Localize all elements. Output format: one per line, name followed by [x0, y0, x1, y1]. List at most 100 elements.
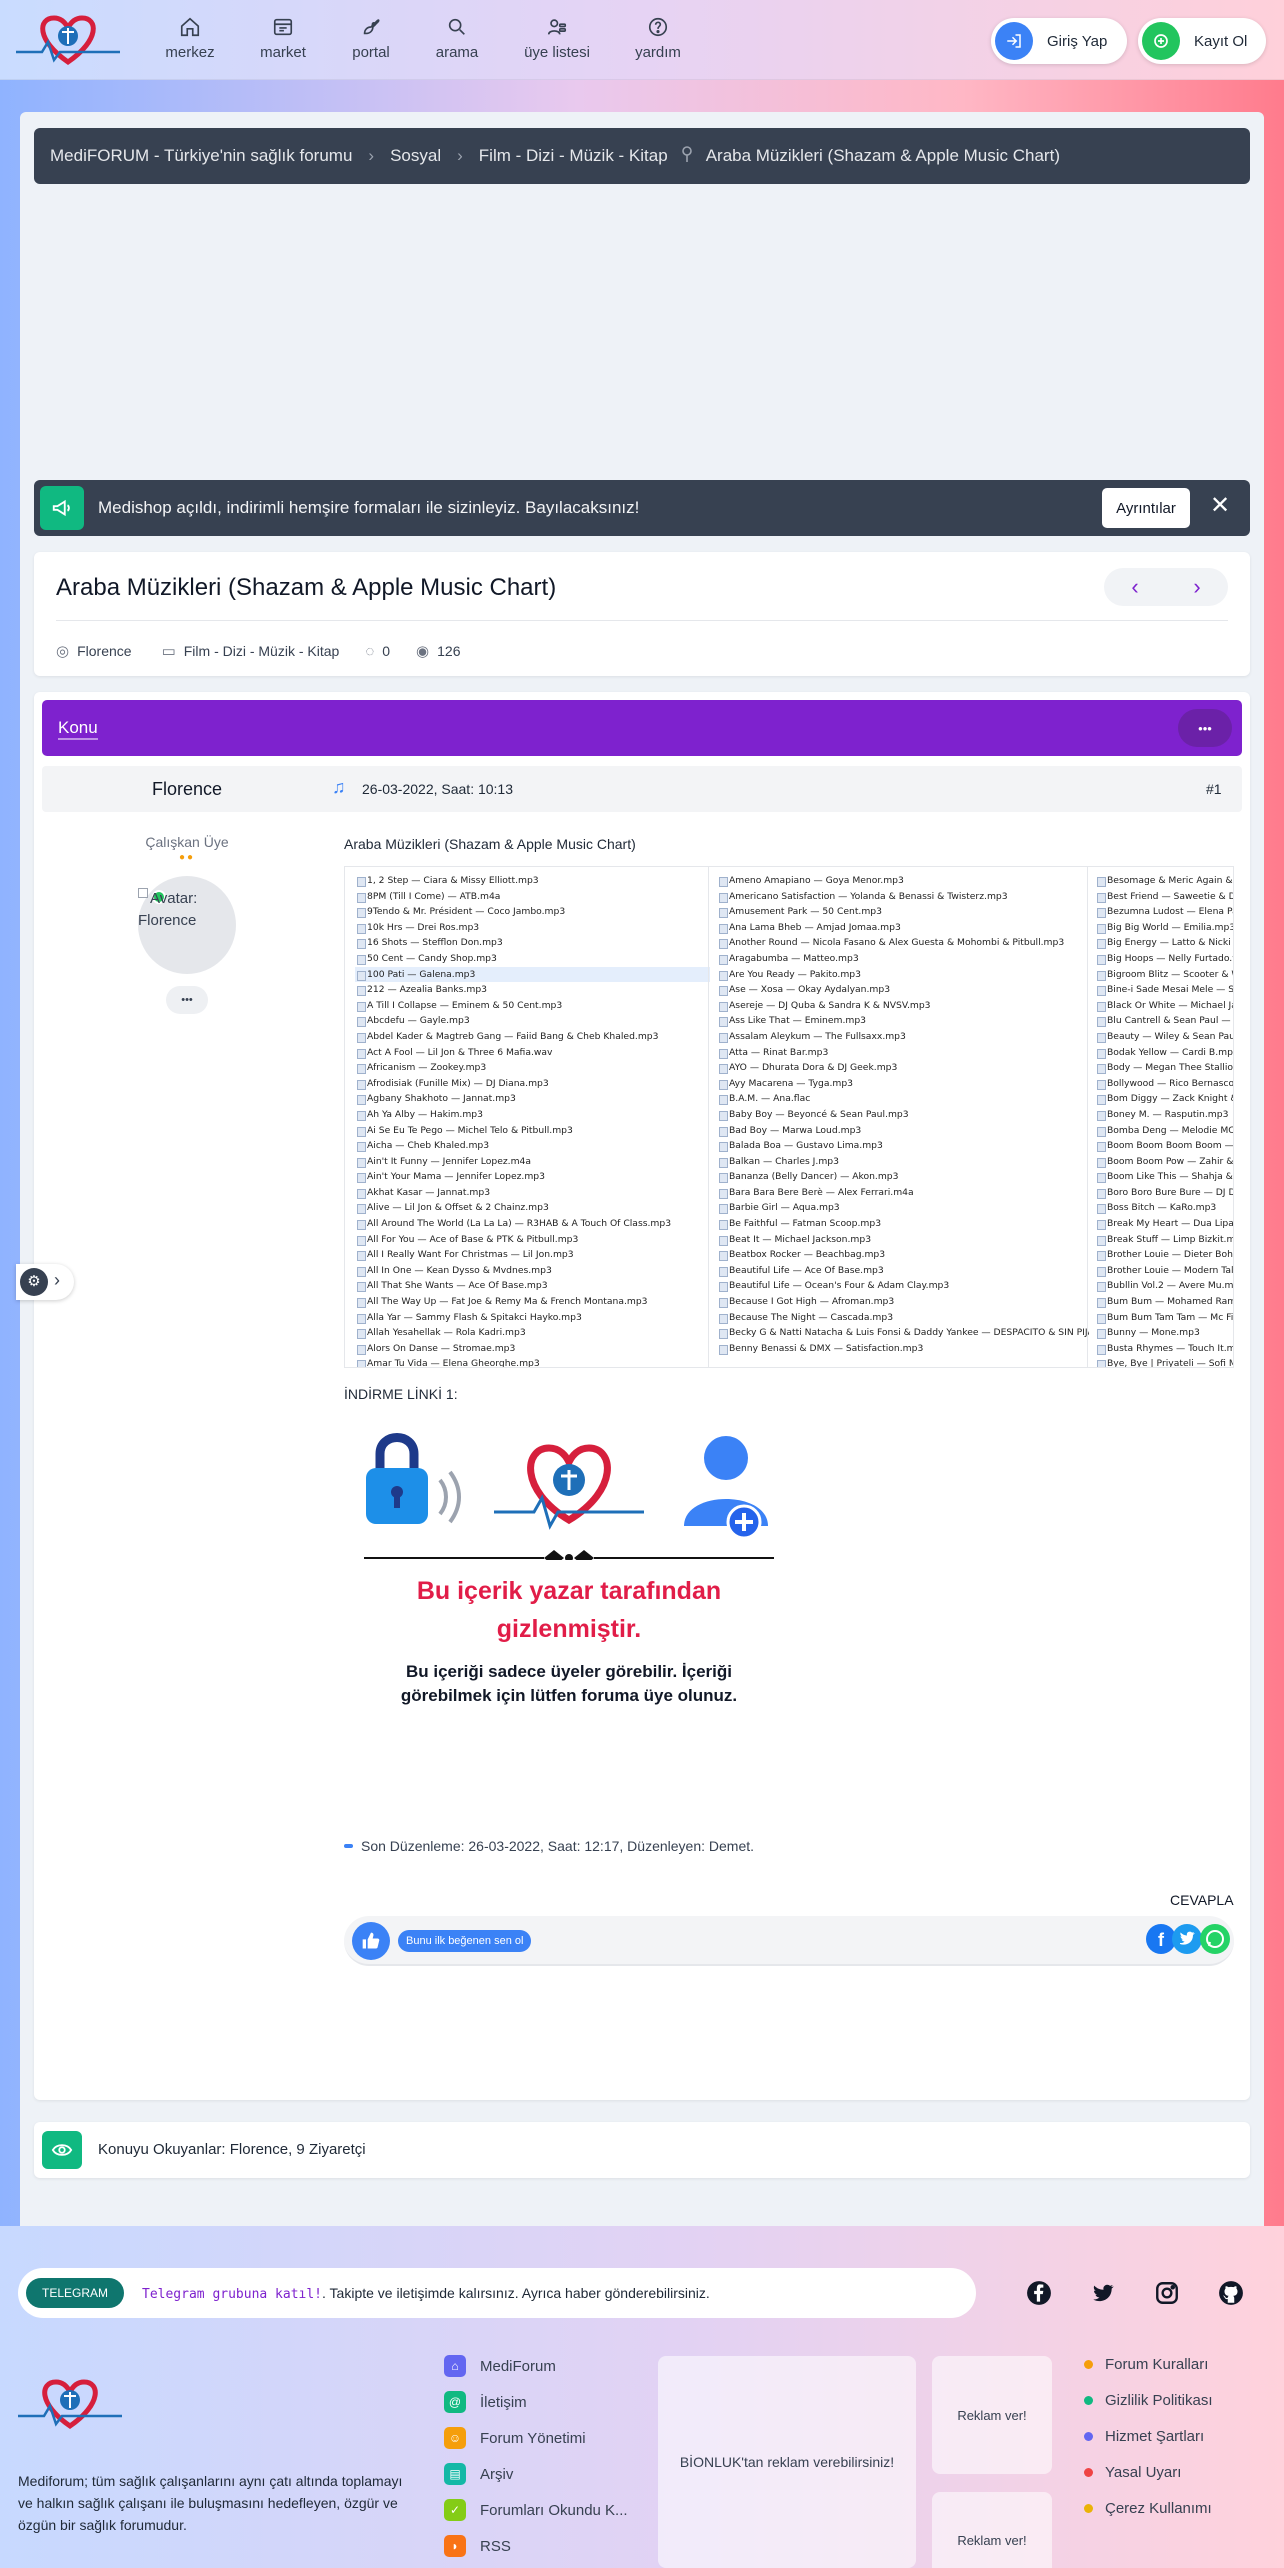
add-user-icon [1142, 22, 1180, 60]
nav-label: yardım [635, 44, 681, 61]
breadcrumb-home[interactable]: MediFORUM - Türkiye'nin sağlık forumu [50, 146, 352, 166]
register-button[interactable]: Kayıt Ol [1138, 18, 1266, 64]
rank-stars-icon: ●● [178, 852, 196, 863]
post-title: Araba Müzikleri (Shazam & Apple Music Ch… [344, 836, 636, 852]
nav-yardim[interactable]: yardım [618, 16, 698, 61]
song-column-2: Ameno Amapiano — Goya Menor.mp3 Americano… [717, 873, 1089, 1356]
link-label: İletişim [480, 2393, 527, 2411]
song-file-item: All For You — Ace of Base & PTK & Pitbul… [355, 1232, 710, 1248]
link-label: Forumları Okundu K... [480, 2501, 628, 2519]
song-file-item: Are You Ready — Pakito.mp3 [717, 967, 1089, 983]
policy-legal[interactable]: Yasal Uyarı [1084, 2454, 1274, 2490]
song-file-item: Aicha — Cheb Khaled.mp3 [355, 1138, 710, 1154]
thread-author[interactable]: Florence [77, 643, 131, 659]
bullet-icon [1084, 2467, 1093, 2477]
footer-logo[interactable] [18, 2374, 122, 2434]
footer-link-mediforum[interactable]: ⌂ MediForum [444, 2348, 664, 2384]
breadcrumb-current: Araba Müzikleri (Shazam & Apple Music Ch… [705, 146, 1060, 165]
nav-market[interactable]: market [243, 16, 323, 61]
twitter-icon[interactable] [1090, 2280, 1116, 2306]
song-file-item: Break My Heart — Dua Lipa.mp3 [1095, 1216, 1233, 1232]
twitter-share-icon[interactable] [1172, 1924, 1202, 1954]
close-icon[interactable]: ✕ [1210, 494, 1230, 518]
like-button[interactable] [352, 1922, 390, 1960]
footer-link-rss[interactable]: ◗ RSS [444, 2528, 664, 2564]
footer-about: Mediforum; tüm sağlık çalışanlarını aynı… [18, 2473, 403, 2533]
song-file-item: Ah Ya Alby — Hakim.mp3 [355, 1107, 710, 1123]
footer-link-arsiv[interactable]: ▤ Arşiv [444, 2456, 664, 2492]
breadcrumb-category[interactable]: Film - Dizi - Müzik - Kitap [479, 146, 668, 166]
ad-slot-small[interactable]: Reklam ver! [932, 2356, 1052, 2474]
login-button[interactable]: Giriş Yap [991, 18, 1127, 64]
bullet-icon [1084, 2431, 1093, 2441]
bullet-icon [1084, 2503, 1093, 2513]
song-file-item: Big Energy — Latto & Nicki Mina [1095, 935, 1233, 951]
song-column-3: Besomage & Meric Again & NitoBest Friend… [1095, 873, 1233, 1367]
avatar[interactable]: Avatar: Florence [138, 876, 236, 974]
bullet-icon [1084, 2359, 1093, 2369]
song-file-item: Bom Diggy — Zack Knight & Jasr [1095, 1091, 1233, 1107]
policy-privacy[interactable]: Gizlilik Politikası [1084, 2382, 1274, 2418]
facebook-icon[interactable] [1026, 2280, 1052, 2306]
nav-label: market [260, 44, 306, 61]
instagram-icon[interactable] [1154, 2280, 1180, 2306]
song-file-item: Amar Tu Vida — Elena Gheorghe.mp3 [355, 1356, 710, 1367]
footer-link-mark-read[interactable]: ✓ Forumları Okundu K... [444, 2492, 664, 2528]
details-button[interactable]: Ayrıntılar [1102, 488, 1190, 528]
song-file-item: Body — Megan Thee Stallion.mp [1095, 1060, 1233, 1076]
song-file-item: Beautiful Life — Ace Of Base.mp3 [717, 1263, 1089, 1279]
post-date: 26-03-2022, Saat: 10:13 [362, 781, 514, 797]
thread-title: Araba Müzikleri (Shazam & Apple Music Ch… [56, 574, 557, 601]
whatsapp-share-icon[interactable] [1200, 1924, 1230, 1954]
song-file-item: 8PM (Till I Come) — ATB.m4a [355, 889, 710, 905]
footer-link-iletisim[interactable]: @ İletişim [444, 2384, 664, 2420]
song-file-item: Beauty — Wiley & Sean Paul & St [1095, 1029, 1233, 1045]
github-icon[interactable] [1218, 2280, 1244, 2306]
prev-thread-icon[interactable]: ‹ [1131, 574, 1138, 600]
song-list-image: 1, 2 Step — Ciara & Missy Elliott.mp3 8PM… [344, 866, 1234, 1368]
song-file-item: Black Or White — Michael Jackso [1095, 998, 1233, 1014]
reply-button[interactable]: CEVAPLA [1170, 1892, 1234, 1908]
post-author-panel: Çalışkan Üye ●● Avatar: Florence ••• [42, 826, 332, 1014]
song-file-item: Bara Bara Bere Berè — Alex Ferrari.m4a [717, 1185, 1089, 1201]
song-file-item: Agbany Shakhoto — Jannat.mp3 [355, 1091, 710, 1107]
breadcrumb-sosyal[interactable]: Sosyal [390, 146, 441, 166]
author-more-button[interactable]: ••• [166, 986, 208, 1014]
song-file-item: 9Tendo & Mr. Président — Coco Jambo.mp3 [355, 904, 710, 920]
song-file-item: 1, 2 Step — Ciara & Missy Elliott.mp3 [355, 873, 710, 889]
thread-category[interactable]: Film - Dizi - Müzik - Kitap [184, 643, 340, 659]
policy-forum-rules[interactable]: Forum Kuralları [1084, 2346, 1274, 2382]
song-file-item: Bigroom Blitz — Scooter & Wiz K [1095, 967, 1233, 983]
policy-cookies[interactable]: Çerez Kullanımı [1084, 2490, 1274, 2526]
song-file-item: All The Way Up — Fat Joe & Remy Ma & Fre… [355, 1294, 710, 1310]
next-thread-icon[interactable]: › [1193, 574, 1200, 600]
more-options-button[interactable]: ••• [1178, 709, 1232, 747]
telegram-banner: TELEGRAM Telegram grubuna katıl!. Takipt… [18, 2268, 976, 2318]
policy-label: Yasal Uyarı [1105, 2463, 1182, 2481]
footer-link-forum-yonetimi[interactable]: ☺ Forum Yönetimi [444, 2420, 664, 2456]
nav-merkez[interactable]: merkez [150, 16, 230, 61]
nav-arama[interactable]: arama [417, 16, 497, 61]
ad-slot-main[interactable]: BİONLUK'tan reklam verebilirsiniz! [658, 2356, 916, 2568]
settings-toggle[interactable]: ⚙ › [16, 1264, 74, 1300]
telegram-link[interactable]: Telegram grubuna katıl! [142, 2287, 322, 2302]
song-file-item: Blu Cantrell & Sean Paul — Breat [1095, 1013, 1233, 1029]
song-file-item: Act A Fool — Lil Jon & Three 6 Mafia.wav [355, 1045, 710, 1061]
ad-slot-small[interactable]: Reklam ver! [932, 2492, 1052, 2568]
song-file-item: Bezumna Ludost — Elena Parishe [1095, 904, 1233, 920]
edit-indicator-icon [344, 1844, 353, 1848]
policy-terms[interactable]: Hizmet Şartları [1084, 2418, 1274, 2454]
song-file-item: Boom Boom Boom Boom — Am [1095, 1138, 1233, 1154]
song-file-item: Bad Boy — Marwa Loud.mp3 [717, 1123, 1089, 1139]
post-number[interactable]: #1 [1206, 781, 1222, 797]
post-author-name[interactable]: Florence [42, 779, 332, 800]
nav-uye-listesi[interactable]: üye listesi [517, 16, 597, 61]
footer: TELEGRAM Telegram grubuna katıl!. Takipt… [0, 2226, 1284, 2568]
song-file-item: Balada Boa — Gustavo Lima.mp3 [717, 1138, 1089, 1154]
at-sign-icon: @ [444, 2391, 466, 2413]
thread-replies: 0 [382, 643, 391, 659]
nav-portal[interactable]: portal [331, 16, 411, 61]
hidden-content-subtitle: Bu içeriği sadece üyeler görebilir. İçer… [400, 1662, 738, 1705]
policy-label: Hizmet Şartları [1105, 2427, 1205, 2445]
mediforum-logo[interactable] [16, 10, 120, 70]
